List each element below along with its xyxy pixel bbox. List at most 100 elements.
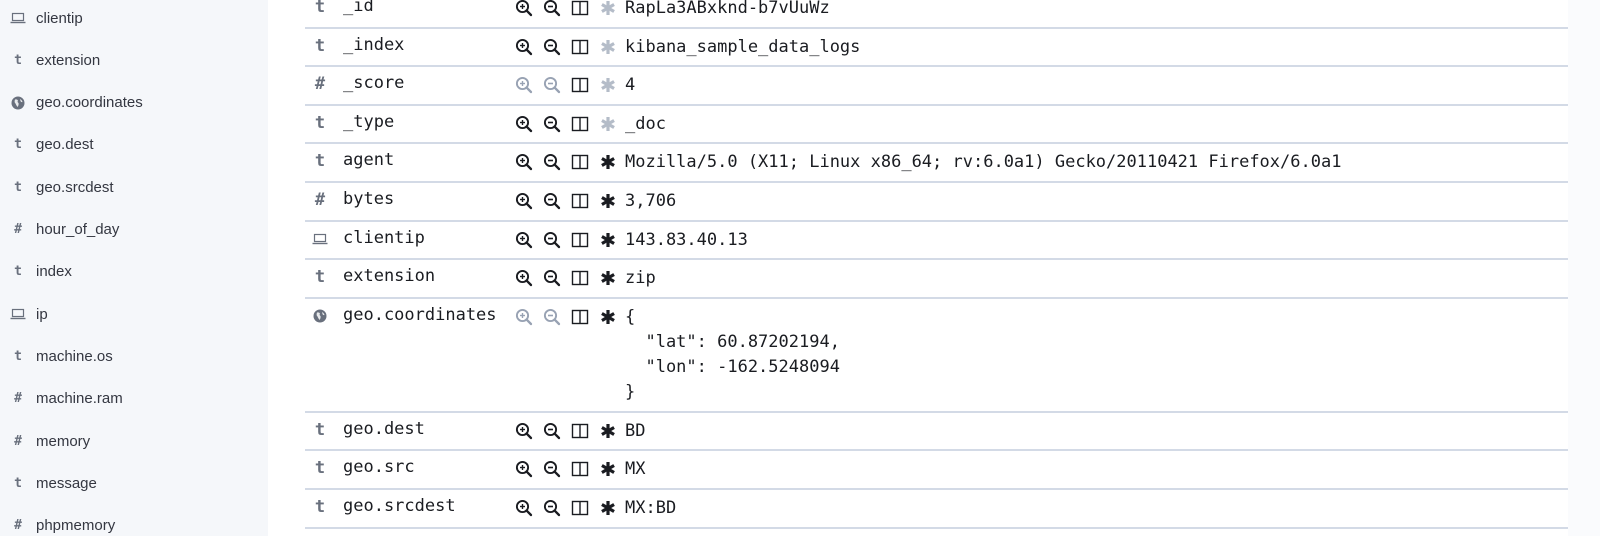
toggle-column-icon[interactable] <box>569 267 591 289</box>
sidebar-field-geo-srcdest[interactable]: t geo.srcdest <box>0 172 268 202</box>
field-name: clientip <box>343 227 425 248</box>
scroll-gutter <box>1568 0 1600 536</box>
toggle-column-icon[interactable] <box>569 74 591 96</box>
sidebar-field-machine-os[interactable]: t machine.os <box>0 341 268 371</box>
filter-for-value-icon[interactable] <box>513 497 535 519</box>
geo-point-type-icon <box>313 309 327 323</box>
filter-exists-icon[interactable] <box>597 36 619 58</box>
sidebar-field-label: machine.os <box>36 347 113 365</box>
filter-out-value-icon <box>541 74 563 96</box>
sidebar-field-hour-of-day[interactable]: # hour_of_day <box>0 215 268 245</box>
number-type-icon: # <box>314 190 326 210</box>
toggle-column-icon[interactable] <box>569 151 591 173</box>
toggle-column-icon[interactable] <box>569 190 591 212</box>
field-type-icon-wrap: t <box>10 179 26 195</box>
field-type-icon-wrap: t <box>312 420 328 440</box>
filter-exists-icon[interactable] <box>597 306 619 328</box>
filter-out-value-icon[interactable] <box>541 113 563 135</box>
filter-exists-icon[interactable] <box>597 229 619 251</box>
field-list-sidebar: clientip t extension geo.coordinates t geo.de… <box>0 0 268 536</box>
filter-out-value-icon[interactable] <box>541 420 563 442</box>
sidebar-field-label: message <box>36 474 97 492</box>
sidebar-field-ip[interactable]: ip <box>0 299 268 329</box>
sidebar-field-phpmemory[interactable]: # phpmemory <box>0 511 268 536</box>
string-type-icon: t <box>14 137 22 153</box>
filter-exists-icon[interactable] <box>597 74 619 96</box>
filter-out-value-icon[interactable] <box>541 190 563 212</box>
sidebar-field-label: hour_of_day <box>36 221 120 238</box>
filter-exists-icon[interactable] <box>597 497 619 519</box>
toggle-column-icon[interactable] <box>569 306 591 328</box>
sidebar-field-label: phpmemory <box>36 517 116 535</box>
string-type-icon: t <box>314 497 326 517</box>
filter-for-value-icon[interactable] <box>513 458 535 480</box>
filter-for-value-icon <box>513 74 535 96</box>
sidebar-field-geo-dest[interactable]: t geo.dest <box>0 130 268 160</box>
number-type-icon: # <box>314 74 326 95</box>
filter-exists-icon[interactable] <box>597 113 619 135</box>
field-type-icon-wrap: t <box>10 475 26 491</box>
toggle-column-icon[interactable] <box>569 0 591 19</box>
string-type-icon: t <box>314 112 326 133</box>
filter-for-value-icon[interactable] <box>513 151 535 173</box>
toggle-column-icon[interactable] <box>569 420 591 442</box>
string-type-icon: t <box>314 35 326 56</box>
sidebar-field-label: index <box>36 263 72 281</box>
field-type-icon-wrap <box>312 229 328 249</box>
filter-for-value-icon[interactable] <box>513 229 535 251</box>
field-name: bytes <box>343 189 395 209</box>
filter-out-value-icon[interactable] <box>541 151 563 173</box>
toggle-column-icon[interactable] <box>569 458 591 480</box>
filter-exists-icon[interactable] <box>597 190 619 212</box>
filter-for-value-icon[interactable] <box>513 267 535 289</box>
field-actions <box>513 113 619 135</box>
sidebar-field-clientip[interactable]: clientip <box>0 3 268 33</box>
filter-for-value-icon[interactable] <box>513 113 535 135</box>
filter-out-value-icon[interactable] <box>541 229 563 251</box>
filter-out-value-icon[interactable] <box>541 267 563 289</box>
field-name: geo.src <box>343 457 415 478</box>
filter-for-value-icon[interactable] <box>513 420 535 442</box>
field-value: 4 <box>625 75 636 96</box>
field-type-icon-wrap: t <box>10 264 26 280</box>
field-actions <box>513 190 619 212</box>
field-type-icon-wrap: t <box>10 52 26 68</box>
filter-exists-icon[interactable] <box>597 420 619 442</box>
toggle-column-icon[interactable] <box>569 497 591 519</box>
sidebar-field-memory[interactable]: # memory <box>0 426 268 456</box>
filter-out-value-icon[interactable] <box>541 0 563 19</box>
filter-for-value-icon[interactable] <box>513 36 535 58</box>
toggle-column-icon[interactable] <box>569 113 591 135</box>
field-name: extension <box>343 266 436 287</box>
filter-for-value-icon[interactable] <box>513 190 535 212</box>
filter-for-value-icon[interactable] <box>513 0 535 19</box>
string-type-icon: t <box>14 348 22 364</box>
field-value: Mozilla/5.0 (X11; Linux x86_64; rv:6.0a1… <box>625 152 1342 173</box>
filter-exists-icon[interactable] <box>597 458 619 480</box>
sidebar-field-geo-coordinates[interactable]: geo.coordinates <box>0 88 268 118</box>
sidebar-field-extension[interactable]: t extension <box>0 45 268 75</box>
toggle-column-icon[interactable] <box>569 229 591 251</box>
string-type-icon: t <box>314 267 326 288</box>
sidebar-field-label: geo.srcdest <box>36 178 114 196</box>
string-type-icon: t <box>314 0 326 17</box>
sidebar-field-message[interactable]: t message <box>0 468 268 498</box>
number-type-icon: # <box>14 433 22 449</box>
field-actions <box>513 74 619 96</box>
field-type-icon-wrap <box>10 95 26 111</box>
filter-out-value-icon[interactable] <box>541 36 563 58</box>
doc-field-row: t geo.srcdest MX:BD <box>305 490 1568 529</box>
field-name: geo.srcdest <box>343 496 456 516</box>
string-type-icon: t <box>14 52 22 68</box>
filter-out-value-icon[interactable] <box>541 497 563 519</box>
field-type-icon-wrap: # <box>312 190 328 210</box>
field-type-icon-wrap: t <box>10 348 26 364</box>
filter-exists-icon[interactable] <box>597 267 619 289</box>
filter-out-value-icon[interactable] <box>541 458 563 480</box>
filter-exists-icon[interactable] <box>597 0 619 19</box>
field-type-icon-wrap: t <box>312 497 328 517</box>
filter-exists-icon[interactable] <box>597 151 619 173</box>
sidebar-field-index[interactable]: t index <box>0 257 268 287</box>
toggle-column-icon[interactable] <box>569 36 591 58</box>
sidebar-field-machine-ram[interactable]: # machine.ram <box>0 384 268 414</box>
